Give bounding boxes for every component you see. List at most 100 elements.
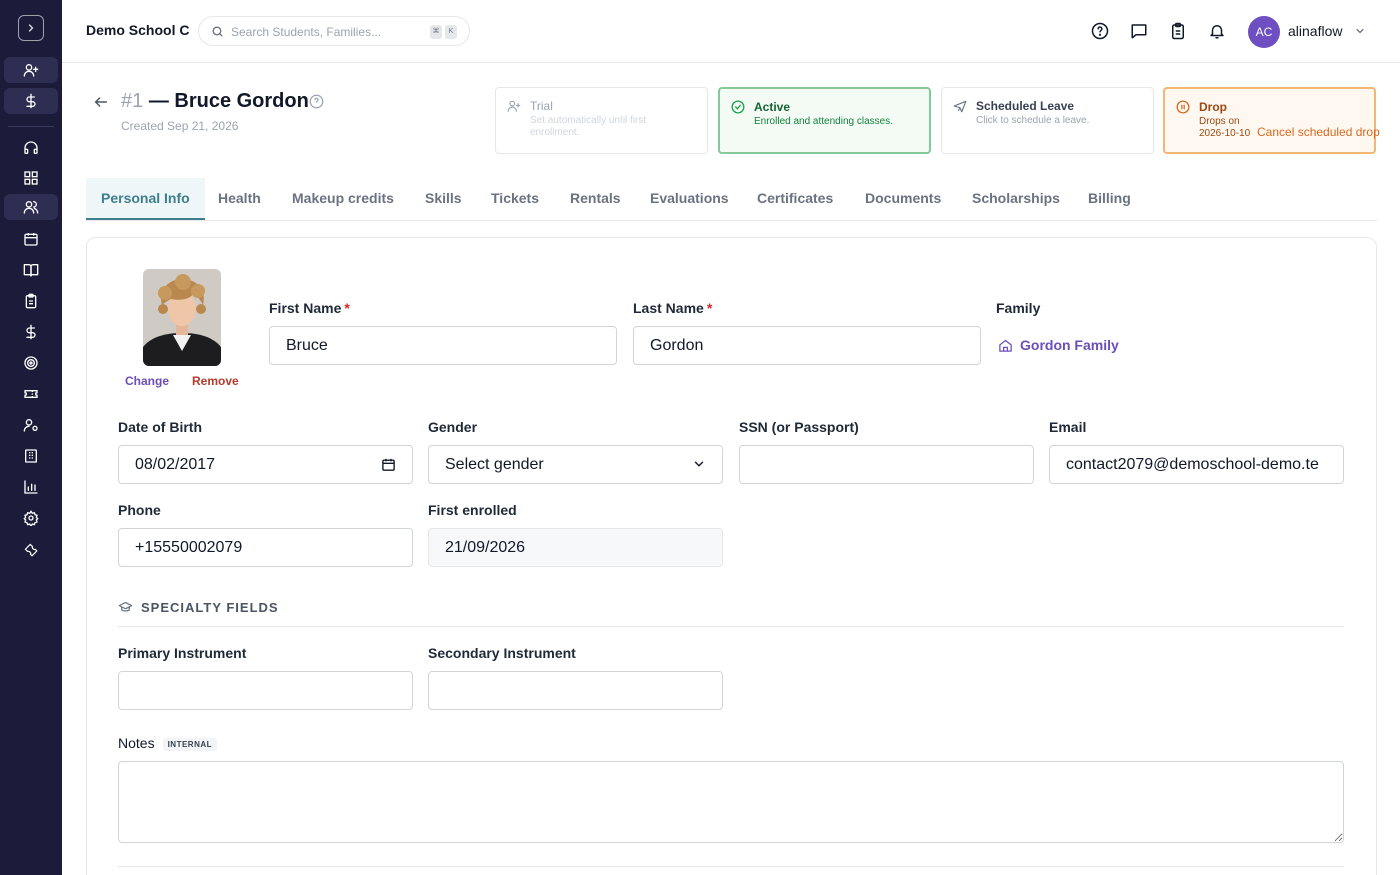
email-input[interactable] — [1049, 445, 1344, 484]
sidebar-item-students[interactable] — [4, 194, 58, 220]
dob-input[interactable]: 08/02/2017 — [118, 445, 413, 484]
notes-textarea[interactable] — [118, 761, 1344, 843]
tab-skills[interactable]: Skills — [425, 178, 462, 220]
users-icon — [23, 201, 39, 214]
sidebar-item-support[interactable] — [4, 135, 58, 161]
dob-label: Date of Birth — [118, 419, 202, 435]
sidebar-item-courses[interactable] — [4, 257, 58, 283]
family-name: Gordon Family — [1020, 337, 1119, 353]
chevron-down-icon[interactable] — [1354, 25, 1366, 37]
status-title: Active — [754, 100, 791, 114]
headset-icon — [24, 141, 38, 154]
first-name-input[interactable] — [269, 326, 617, 365]
gender-select[interactable]: Select gender — [428, 445, 723, 484]
cancel-scheduled-drop-link[interactable]: Cancel scheduled drop — [1257, 125, 1380, 139]
help-circle-icon[interactable] — [1091, 22, 1109, 40]
specialty-divider — [118, 626, 1344, 627]
user-name[interactable]: alinaflow — [1288, 23, 1342, 39]
ticket-icon — [24, 390, 38, 398]
tab-rentals[interactable]: Rentals — [570, 178, 621, 220]
last-name-input[interactable] — [633, 326, 981, 365]
calendar-icon[interactable] — [381, 457, 396, 472]
sidebar-item-reports[interactable] — [4, 474, 58, 500]
student-number: #1 — [121, 90, 144, 112]
student-name: Bruce Gordon — [174, 90, 309, 112]
chevron-right-icon — [28, 24, 34, 32]
clipboard-icon — [25, 293, 37, 309]
graduation-cap-icon — [118, 601, 133, 612]
status-card-drop[interactable]: Drop Drops on 2026-10-10 Cancel schedule… — [1163, 87, 1380, 154]
created-date: Created Sep 21, 2026 — [121, 119, 239, 133]
sidebar-toggle-button[interactable] — [18, 15, 44, 41]
status-card-trial: Trial Set automatically until first enro… — [495, 87, 708, 154]
tab-billing[interactable]: Billing — [1088, 178, 1131, 220]
search-input[interactable] — [231, 22, 421, 42]
status-title: Trial — [530, 99, 553, 113]
top-bar: Demo School C ⌘ K AC alinaflow — [62, 0, 1400, 63]
dollar-sign-icon — [26, 324, 36, 340]
settings-icon — [23, 510, 39, 526]
bottom-divider — [118, 866, 1344, 867]
tab-evaluations[interactable]: Evaluations — [650, 178, 729, 220]
tab-personal-info[interactable]: Personal Info — [86, 178, 205, 220]
family-link[interactable]: Gordon Family — [998, 337, 1119, 353]
tab-bar: Personal Info Health Makeup credits Skil… — [86, 178, 1377, 221]
home-icon — [999, 339, 1012, 352]
secondary-instrument-label: Secondary Instrument — [428, 645, 576, 661]
search-box[interactable]: ⌘ K — [198, 16, 470, 46]
sidebar-item-locations[interactable] — [4, 443, 58, 469]
ssn-input[interactable] — [739, 445, 1034, 484]
sidebar-item-tickets[interactable] — [4, 381, 58, 407]
tab-tickets[interactable]: Tickets — [491, 178, 539, 220]
user-plus-icon — [23, 63, 39, 77]
sidebar-item-payment[interactable] — [4, 88, 58, 114]
last-name-label: Last Name * — [633, 300, 713, 316]
bell-icon[interactable] — [1208, 22, 1226, 40]
sidebar-item-dashboard[interactable] — [4, 165, 58, 191]
tab-makeup-credits[interactable]: Makeup credits — [292, 178, 394, 220]
first-enrolled-input — [428, 528, 723, 567]
sidebar-item-settings[interactable] — [4, 505, 58, 531]
chevron-down-icon — [694, 461, 704, 467]
sidebar-item-calendar[interactable] — [4, 226, 58, 252]
sidebar-item-billing[interactable] — [4, 319, 58, 345]
sidebar-item-staff[interactable] — [4, 412, 58, 438]
sidebar-item-attendance[interactable] — [4, 288, 58, 314]
status-card-active[interactable]: Active Enrolled and attending classes. — [718, 87, 931, 154]
secondary-instrument-input[interactable] — [428, 671, 723, 710]
sidebar — [0, 0, 62, 875]
remove-photo-link[interactable]: Remove — [192, 374, 239, 388]
status-card-scheduled-leave[interactable]: Scheduled Leave Click to schedule a leav… — [941, 87, 1154, 154]
specialty-fields-heading: SPECIALTY FIELDS — [118, 600, 279, 615]
plane-icon — [953, 100, 967, 113]
status-title: Drop — [1199, 100, 1227, 114]
search-icon — [212, 26, 223, 37]
book-open-icon — [23, 264, 39, 277]
notes-label: Notes INTERNAL — [118, 735, 218, 751]
title-dash: — — [148, 90, 169, 112]
family-label: Family — [996, 300, 1041, 316]
sidebar-item-add-student[interactable] — [4, 57, 58, 83]
chat-icon[interactable] — [1130, 22, 1148, 40]
tab-certificates[interactable]: Certificates — [757, 178, 833, 220]
tab-health[interactable]: Health — [218, 178, 261, 220]
change-photo-link[interactable]: Change — [125, 374, 169, 388]
email-label: Email — [1049, 419, 1087, 435]
pause-circle-icon — [1176, 100, 1190, 114]
primary-instrument-input[interactable] — [118, 671, 413, 710]
tab-scholarships[interactable]: Scholarships — [972, 178, 1060, 220]
tab-documents[interactable]: Documents — [865, 178, 941, 220]
student-photo — [143, 269, 221, 366]
phone-input[interactable] — [118, 528, 413, 567]
user-avatar[interactable]: AC — [1248, 16, 1280, 48]
sidebar-divider — [8, 126, 54, 127]
sidebar-item-goals[interactable] — [4, 350, 58, 376]
back-arrow-icon[interactable] — [93, 94, 109, 110]
clipboard-icon[interactable] — [1169, 22, 1187, 40]
help-circle-icon[interactable] — [309, 94, 324, 109]
bar-chart-icon — [24, 480, 38, 494]
sidebar-item-tools[interactable] — [4, 537, 58, 563]
school-name: Demo School C — [86, 22, 190, 38]
status-description: Click to schedule a leave. — [976, 115, 1090, 126]
calendar-icon — [24, 233, 38, 246]
